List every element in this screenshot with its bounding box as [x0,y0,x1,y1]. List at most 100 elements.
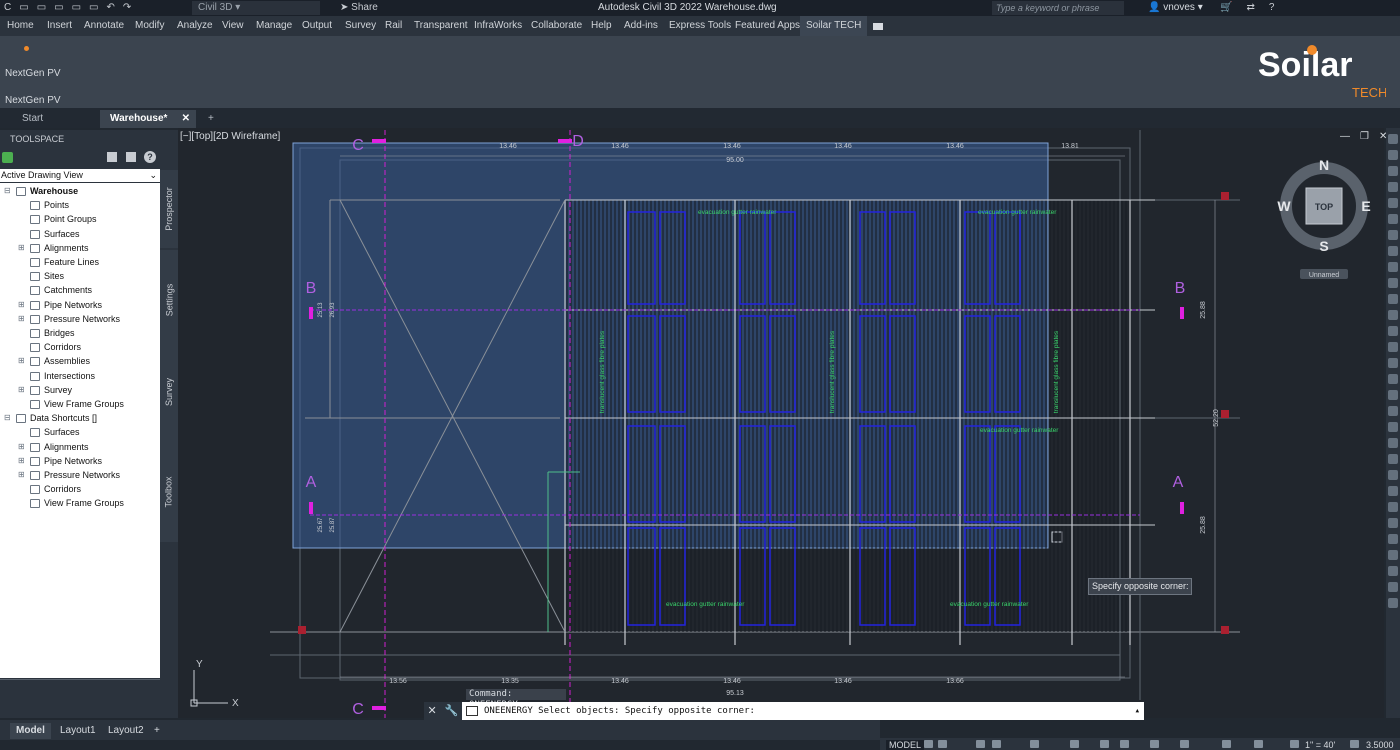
toolspace-list-icon[interactable] [126,152,136,162]
polar-icon[interactable] [992,740,1001,748]
tree-item[interactable]: Points [30,199,69,212]
redo-icon[interactable]: ↷ [123,2,131,13]
tree-item[interactable]: Corridors [30,341,81,354]
new-tab-button[interactable]: + [198,110,224,128]
tab-home[interactable]: Home [7,20,34,31]
toolspace-green-icon[interactable] [2,152,13,163]
tree-item[interactable]: Alignments [30,441,89,454]
new-icon[interactable]: ▭ [19,2,28,13]
tree-expander-icon[interactable]: ⊞ [18,300,25,309]
tab-express-tools[interactable]: Express Tools [669,20,731,31]
right-toolbar-icon[interactable] [1388,518,1398,528]
workspace-gear-icon[interactable] [1222,740,1231,748]
share-button[interactable]: ➤ Share [340,2,378,13]
right-toolbar-icon[interactable] [1388,566,1398,576]
tab-collaborate[interactable]: Collaborate [531,20,582,31]
command-icon[interactable] [466,706,478,716]
workspace-dropdown[interactable]: Civil 3D ▾ [192,1,320,15]
tree-item[interactable]: Corridors [30,483,81,496]
tree-expander-icon[interactable]: ⊞ [18,470,25,479]
right-toolbar-icon[interactable] [1388,406,1398,416]
command-expand-icon[interactable]: ▴ [1135,702,1140,720]
right-toolbar-icon[interactable] [1388,294,1398,304]
add-layout-button[interactable]: + [148,723,166,739]
right-toolbar-icon[interactable] [1388,470,1398,480]
viewcube[interactable]: TOP N S E W Unnamed [1268,150,1384,282]
restore-icon[interactable]: ❐ [1360,131,1369,142]
minimize-icon[interactable]: — [1340,131,1350,142]
tree-item[interactable]: Pipe Networks [30,455,102,468]
tree-item[interactable]: Surfaces [30,426,80,439]
tab-toolbox[interactable]: Toolbox [160,442,178,542]
tab-infraworks[interactable]: InfraWorks [474,20,522,31]
right-toolbar-icon[interactable] [1388,262,1398,272]
drawing-viewport[interactable]: C D B B A A C 13.46 13.46 13.46 13.46 13.46 13.81 95.… [178,128,1384,718]
doc-tab-warehouse[interactable]: Warehouse* ✕ [100,110,196,128]
tree-item[interactable]: Catchments [30,284,92,297]
tree-expander-icon[interactable]: ⊞ [18,243,25,252]
tab-view[interactable]: View [222,20,244,31]
tree-item[interactable]: Intersections [30,370,95,383]
nextgen-pv-button-label[interactable]: NextGen PV [5,68,61,79]
layout-tab-model[interactable]: Model [10,723,51,739]
tab-addins[interactable]: Add-ins [624,20,658,31]
tab-annotate[interactable]: Annotate [84,20,124,31]
tab-modify[interactable]: Modify [135,20,164,31]
annotation-scale-icon[interactable] [1290,740,1299,748]
right-toolbar-icon[interactable] [1388,582,1398,592]
tree-expander-icon[interactable]: ⊟ [4,413,11,422]
tree-item[interactable]: Pressure Networks [30,469,120,482]
right-toolbar-icon[interactable] [1388,342,1398,352]
tree-item[interactable]: Pressure Networks [30,313,120,326]
right-toolbar-icon[interactable] [1388,246,1398,256]
tree-item[interactable]: Data Shortcuts [] [16,412,97,425]
tree-item[interactable]: Bridges [30,327,75,340]
isodraft-icon[interactable] [1030,740,1039,748]
tab-manage[interactable]: Manage [256,20,292,31]
visual-style-icon[interactable] [1350,740,1359,748]
tree-expander-icon[interactable]: ⊞ [18,385,25,394]
tab-transparent[interactable]: Transparent [414,20,468,31]
close-tab-icon[interactable]: ✕ [182,110,190,128]
right-toolbar-icon[interactable] [1388,214,1398,224]
tab-survey[interactable]: Survey [160,342,178,442]
right-toolbar-icon[interactable] [1388,502,1398,512]
add-icon[interactable] [1254,740,1263,748]
right-toolbar-icon[interactable] [1388,166,1398,176]
app-menu-icon[interactable]: C [4,2,11,13]
anno-scale-value[interactable]: 3.5000 [1366,740,1394,750]
cad-drawing[interactable]: C D B B A A C 13.46 13.46 13.46 13.46 13.46 13.81 95.… [178,128,1384,718]
right-toolbar-icon[interactable] [1388,198,1398,208]
tree-expander-icon[interactable]: ⊞ [18,314,25,323]
tree-item[interactable]: Survey [30,384,72,397]
tree-item[interactable]: Feature Lines [30,256,99,269]
ribbon-toggle-icon[interactable] [873,23,883,30]
right-toolbar-icon[interactable] [1388,278,1398,288]
annotation-icon[interactable] [1180,740,1189,748]
tree-item[interactable]: Assemblies [30,355,90,368]
tree-expander-icon[interactable]: ⊞ [18,442,25,451]
tab-featured-apps[interactable]: Featured Apps [735,20,800,31]
nextgen-pv-icon[interactable] [24,46,29,51]
tree-item[interactable]: View Frame Groups [30,398,124,411]
search-input[interactable]: Type a keyword or phrase [992,1,1124,15]
layout-tab-layout2[interactable]: Layout2 [102,723,150,739]
ortho-icon[interactable] [976,740,985,748]
tree-item[interactable]: Surfaces [30,228,80,241]
model-space-toggle[interactable]: MODEL [886,740,925,750]
tree-item[interactable]: Warehouse [16,185,78,198]
help-icon[interactable]: ? [1269,2,1275,13]
tab-help[interactable]: Help [591,20,612,31]
tab-output[interactable]: Output [302,20,332,31]
right-toolbar-icon[interactable] [1388,550,1398,560]
grid-icon[interactable] [924,740,933,748]
tree-expander-icon[interactable]: ⊟ [4,186,11,195]
tree-item[interactable]: Point Groups [30,213,97,226]
layout-tab-layout1[interactable]: Layout1 [54,723,102,739]
tree-item[interactable]: Alignments [30,242,89,255]
right-toolbar-icon[interactable] [1388,534,1398,544]
open-icon[interactable]: ▭ [37,2,46,13]
lineweight-icon[interactable] [1100,740,1109,748]
tree-expander-icon[interactable]: ⊞ [18,456,25,465]
tab-prospector[interactable]: Prospector [160,170,178,248]
